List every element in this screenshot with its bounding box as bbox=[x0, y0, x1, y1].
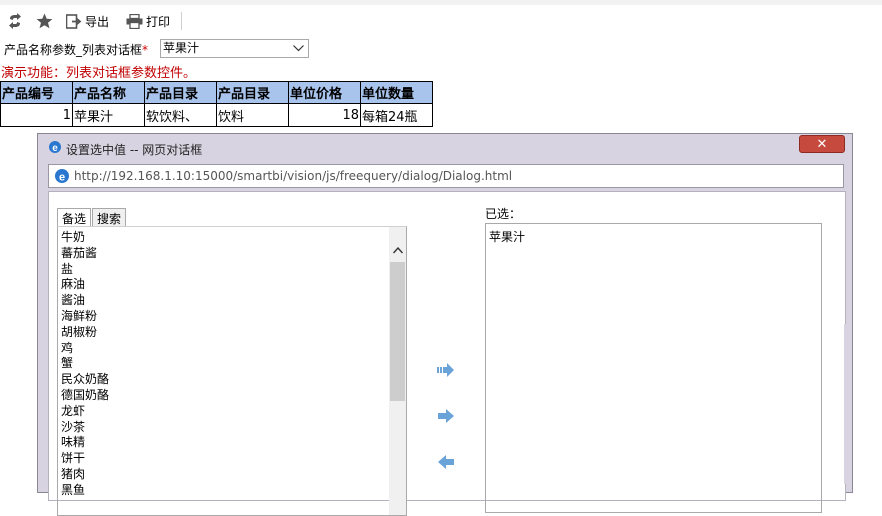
svg-text:e: e bbox=[59, 172, 65, 184]
export-icon bbox=[66, 13, 82, 29]
toolbar: 导出 打印 bbox=[0, 5, 882, 35]
print-label: 打印 bbox=[146, 14, 171, 29]
move-right-button[interactable] bbox=[437, 409, 455, 423]
close-icon: ✕ bbox=[816, 136, 828, 152]
column-header: 产品编号 bbox=[0, 81, 73, 104]
list-item[interactable]: 海鲜粉 bbox=[61, 309, 109, 325]
param-label: 产品名称参数_列表对话框* bbox=[4, 41, 148, 58]
ie-icon: e bbox=[49, 141, 61, 154]
list-item[interactable]: 龙虾 bbox=[61, 404, 109, 420]
required-mark: * bbox=[142, 43, 149, 57]
list-item[interactable]: 民众奶酪 bbox=[61, 372, 109, 388]
table-header-row: 产品编号 产品名称 产品目录 产品目录 单位价格 单位数量 bbox=[0, 81, 433, 104]
move-left-button[interactable] bbox=[437, 455, 455, 469]
table-row: 1 苹果汁 软饮料、 饮料 18 每箱24瓶 bbox=[0, 103, 433, 127]
column-header: 单位数量 bbox=[360, 81, 433, 104]
list-item[interactable]: 麻油 bbox=[61, 277, 109, 293]
table-cell: 苹果汁 bbox=[72, 103, 145, 127]
star-icon bbox=[36, 13, 53, 29]
list-item[interactable]: 蕃茄酱 bbox=[61, 246, 109, 262]
export-label: 导出 bbox=[85, 14, 110, 29]
ie-icon: e bbox=[55, 169, 69, 184]
list-item[interactable]: 蟹 bbox=[61, 356, 109, 372]
select-value-dialog: e 设置选中值 -- 网页对话框 ✕ e http://192.168.1.10… bbox=[37, 133, 853, 516]
table-cell: 18 bbox=[288, 103, 361, 127]
column-header: 产品名称 bbox=[72, 81, 145, 104]
printer-icon bbox=[126, 13, 143, 29]
selected-item[interactable]: 苹果汁 bbox=[489, 228, 525, 245]
scrollbar-thumb[interactable] bbox=[390, 262, 405, 401]
tab-search[interactable]: 搜索 bbox=[92, 208, 127, 226]
table-cell: 1 bbox=[0, 103, 73, 127]
list-item[interactable]: 猪肉 bbox=[61, 467, 109, 483]
arrow-right-icon bbox=[438, 409, 454, 423]
dialog-body: 备选 搜索 牛奶 蕃茄酱盐麻油 酱油 海鲜粉 胡椒粉鸡蟹民众奶酪 德国奶酪 龙虾 沙茶 味精 饼干… bbox=[48, 191, 846, 516]
selected-label: 已选： bbox=[485, 207, 522, 221]
table-cell: 软饮料、 bbox=[144, 103, 217, 127]
bar-icon bbox=[440, 367, 442, 373]
refresh-icon bbox=[9, 13, 21, 29]
export-button[interactable]: 导出 bbox=[66, 12, 109, 30]
list-item[interactable]: 牛奶 bbox=[61, 230, 109, 246]
list-item[interactable]: 黑鱼 bbox=[61, 483, 109, 499]
dialog-title: 设置选中值 -- 网页对话框 bbox=[66, 143, 203, 157]
list-item[interactable]: 德国奶酪 bbox=[61, 388, 109, 404]
candidate-list-scrollbar[interactable] bbox=[389, 227, 406, 515]
toolbar-divider bbox=[181, 12, 182, 30]
candidate-list[interactable]: 牛奶 蕃茄酱盐麻油 酱油 海鲜粉 胡椒粉鸡蟹民众奶酪 德国奶酪 龙虾 沙茶 味精 饼干 猪肉 黑鱼 bbox=[57, 226, 407, 516]
scroll-up-button[interactable] bbox=[389, 243, 406, 257]
demo-note: 演示功能：列表对话框参数控件。 bbox=[1, 66, 197, 81]
favorite-button[interactable] bbox=[36, 12, 53, 30]
table-cell: 每箱24瓶 bbox=[360, 103, 433, 127]
column-header: 单位价格 bbox=[288, 81, 361, 104]
tab-candidates[interactable]: 备选 bbox=[57, 208, 92, 226]
dialog-close-button[interactable]: ✕ bbox=[799, 135, 845, 153]
option-tabs: 备选 搜索 bbox=[57, 208, 127, 226]
candidate-list-items: 牛奶 蕃茄酱盐麻油 酱油 海鲜粉 胡椒粉鸡蟹民众奶酪 德国奶酪 龙虾 沙茶 味精 饼干 猪肉 黑鱼 bbox=[61, 230, 109, 499]
param-label-text: 产品名称参数_列表对话框 bbox=[4, 43, 143, 57]
arrow-left-icon bbox=[438, 455, 454, 469]
table-cell: 饮料 bbox=[216, 103, 289, 127]
chevron-down-icon bbox=[293, 45, 304, 52]
product-name-select-value: 苹果汁 bbox=[163, 41, 200, 55]
list-item[interactable]: 味精 bbox=[61, 435, 109, 451]
arrow-right-icon bbox=[443, 363, 454, 377]
dialog-frame-edge bbox=[844, 324, 852, 484]
svg-text:e: e bbox=[52, 143, 58, 154]
move-all-right-button[interactable] bbox=[437, 363, 455, 377]
product-name-select[interactable]: 苹果汁 bbox=[160, 39, 309, 58]
chevron-up-icon bbox=[392, 246, 403, 253]
dialog-url: http://192.168.1.10:15000/smartbi/vision… bbox=[74, 169, 513, 183]
list-item[interactable]: 饼干 bbox=[61, 451, 109, 467]
refresh-button[interactable] bbox=[8, 12, 22, 30]
selected-list[interactable]: 苹果汁 bbox=[485, 223, 822, 513]
list-item[interactable]: 胡椒粉 bbox=[61, 325, 109, 341]
print-button[interactable]: 打印 bbox=[126, 12, 170, 30]
dialog-url-bar: e http://192.168.1.10:15000/smartbi/visi… bbox=[48, 164, 844, 188]
list-item[interactable]: 沙茶 bbox=[61, 420, 109, 436]
product-table: 产品编号 产品名称 产品目录 产品目录 单位价格 单位数量 1 苹果汁 软饮料、… bbox=[0, 81, 433, 127]
list-item[interactable]: 酱油 bbox=[61, 293, 109, 309]
column-header: 产品目录 bbox=[216, 81, 289, 104]
column-header: 产品目录 bbox=[144, 81, 217, 104]
bar-icon bbox=[437, 367, 439, 373]
list-item[interactable]: 鸡 bbox=[61, 341, 109, 357]
list-item[interactable]: 盐 bbox=[61, 262, 109, 278]
